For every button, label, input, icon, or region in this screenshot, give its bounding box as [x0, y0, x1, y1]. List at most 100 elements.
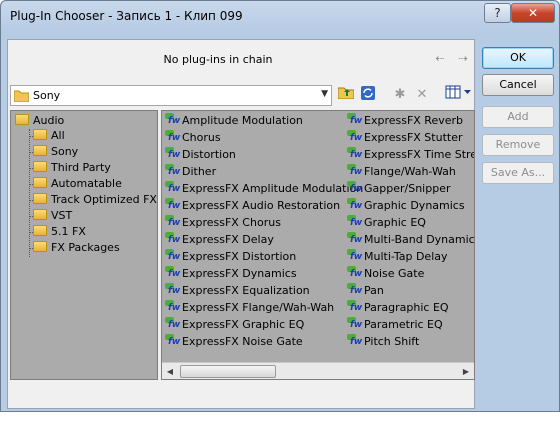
move-right-icon[interactable]: ⇢: [455, 52, 471, 65]
plugin-icon: fw: [165, 130, 180, 143]
folder-icon: [33, 241, 47, 252]
folder-icon: [13, 89, 30, 103]
tree-node-label: Sony: [51, 145, 79, 158]
plugin-item[interactable]: fw ExpressFX Reverb: [347, 112, 463, 129]
plugin-label: ExpressFX Dynamics: [182, 267, 297, 280]
plugin-item[interactable]: fw Gapper/Snipper: [347, 180, 451, 197]
tree-node-third-party[interactable]: Third Party: [33, 160, 111, 176]
tree-node-audio[interactable]: Audio: [15, 113, 64, 129]
plugin-item[interactable]: fw Distortion: [165, 146, 236, 163]
tree-node-automatable[interactable]: Automatable: [33, 176, 122, 192]
plugin-icon: fw: [165, 334, 180, 347]
plugin-label: Graphic EQ: [364, 216, 426, 229]
tree-node-fx-packages[interactable]: FX Packages: [33, 240, 120, 256]
tree-node-sony[interactable]: Sony: [33, 144, 78, 160]
plugin-item[interactable]: fw Parametric EQ: [347, 316, 443, 333]
new-folder-icon[interactable]: ✱: [390, 85, 410, 105]
plugin-icon: fw: [165, 181, 180, 194]
plugin-item[interactable]: fw ExpressFX Distortion: [165, 248, 296, 265]
move-left-icon[interactable]: ⇠: [432, 52, 448, 65]
plugin-icon: fw: [165, 249, 180, 262]
plugin-item[interactable]: fw ExpressFX Flange/Wah-Wah: [165, 299, 334, 316]
scroll-right-icon[interactable]: ▶: [460, 365, 472, 378]
plugin-item[interactable]: fw Pan: [347, 282, 384, 299]
folder-icon: [33, 145, 47, 156]
plugin-icon: fw: [165, 164, 180, 177]
tree-node-track-optimized-fx[interactable]: Track Optimized FX: [33, 192, 157, 208]
tree-connector: [29, 129, 30, 257]
folder-icon: [33, 193, 47, 204]
plugin-item[interactable]: fw Graphic Dynamics: [347, 197, 465, 214]
plugin-item[interactable]: fw Amplitude Modulation: [165, 112, 303, 129]
tree-node-label: 5.1 FX: [51, 225, 86, 238]
tree-node-5-1-fx[interactable]: 5.1 FX: [33, 224, 86, 240]
plugin-label: Flange/Wah-Wah: [364, 165, 456, 178]
plugin-label: Dither: [182, 165, 217, 178]
delete-icon[interactable]: ✕: [412, 85, 432, 105]
plugin-label: Pan: [364, 284, 384, 297]
close-button[interactable]: ✕: [511, 3, 555, 23]
folder-dropdown-value: Sony: [33, 89, 61, 102]
plugin-item[interactable]: fwExpressFX Time Stretch: [347, 146, 474, 163]
plugin-item[interactable]: fw ExpressFX Dynamics: [165, 265, 297, 282]
tree-node-all[interactable]: All: [33, 128, 65, 144]
plugin-item[interactable]: fw ExpressFX Audio Restoration: [165, 197, 340, 214]
scroll-left-icon[interactable]: ◀: [164, 365, 176, 378]
view-icon[interactable]: [444, 85, 474, 105]
plugin-label: Noise Gate: [364, 267, 425, 280]
scrollbar-thumb[interactable]: [180, 365, 276, 378]
plugin-label: ExpressFX Delay: [182, 233, 274, 246]
chevron-down-icon[interactable]: ▼: [321, 89, 328, 99]
folder-icon: [15, 114, 29, 125]
refresh-icon[interactable]: [358, 85, 378, 105]
add-button[interactable]: Add: [482, 106, 554, 128]
plugin-label: ExpressFX Flange/Wah-Wah: [182, 301, 335, 314]
plugin-icon: fw: [347, 164, 362, 177]
plugin-label: Multi-Tap Delay: [364, 250, 448, 263]
plugin-label: Paragraphic EQ: [364, 301, 449, 314]
plugin-item[interactable]: fw Flange/Wah-Wah: [347, 163, 456, 180]
plugin-icon: fw: [347, 130, 362, 143]
plugin-icon: fw: [347, 198, 362, 211]
tree-node-label: Automatable: [51, 177, 122, 190]
plugin-item[interactable]: fw Noise Gate: [347, 265, 424, 282]
plugin-item[interactable]: fw ExpressFX Equalization: [165, 282, 310, 299]
plugin-item[interactable]: fw Pitch Shift: [347, 333, 419, 350]
plugin-item[interactable]: fw ExpressFX Chorus: [165, 214, 281, 231]
plugin-item[interactable]: fw ExpressFX Graphic EQ: [165, 316, 304, 333]
plugin-label: ExpressFX Amplitude Modulation: [182, 182, 364, 195]
plugin-label: ExpressFX Equalization: [182, 284, 310, 297]
folder-icon: [33, 177, 47, 188]
tree-node-label: Third Party: [51, 161, 111, 174]
help-button[interactable]: ?: [484, 3, 511, 23]
up-folder-icon[interactable]: [336, 85, 356, 105]
plugin-item[interactable]: fw ExpressFX Stutter: [347, 129, 463, 146]
page-background: [0, 412, 560, 429]
folder-dropdown[interactable]: Sony ▼: [10, 85, 332, 106]
plugin-icon: fw: [347, 232, 362, 245]
plugin-item[interactable]: fw Multi-Tap Delay: [347, 248, 448, 265]
plugin-item[interactable]: fw Paragraphic EQ: [347, 299, 449, 316]
horizontal-scrollbar[interactable]: ◀ ▶: [162, 362, 474, 379]
plugin-item[interactable]: fw Graphic EQ: [347, 214, 426, 231]
plugin-item[interactable]: fw ExpressFX Delay: [165, 231, 274, 248]
plugin-item[interactable]: fw Dither: [165, 163, 216, 180]
plugin-icon: fw: [347, 266, 362, 279]
plugin-label: ExpressFX Stutter: [364, 131, 463, 144]
plugin-item[interactable]: fw Chorus: [165, 129, 221, 146]
plugin-item[interactable]: fw Multi-Band Dynamics: [347, 231, 475, 248]
plugin-item[interactable]: fw ExpressFX Amplitude Modulation: [165, 180, 363, 197]
plugin-item[interactable]: fw ExpressFX Noise Gate: [165, 333, 303, 350]
plugin-icon: fw: [165, 232, 180, 245]
plugin-icon: fw: [347, 147, 362, 160]
folder-icon: [33, 161, 47, 172]
tree-node-vst[interactable]: VST: [33, 208, 72, 224]
remove-button[interactable]: Remove: [482, 134, 554, 156]
ok-button[interactable]: OK: [482, 47, 554, 69]
plugin-icon: fw: [165, 215, 180, 228]
save-as-button[interactable]: Save As...: [482, 162, 554, 184]
plugin-label: Amplitude Modulation: [182, 114, 303, 127]
cancel-button[interactable]: Cancel: [482, 74, 554, 96]
folder-icon: [33, 209, 47, 220]
plugin-label: Multi-Band Dynamics: [364, 233, 475, 246]
